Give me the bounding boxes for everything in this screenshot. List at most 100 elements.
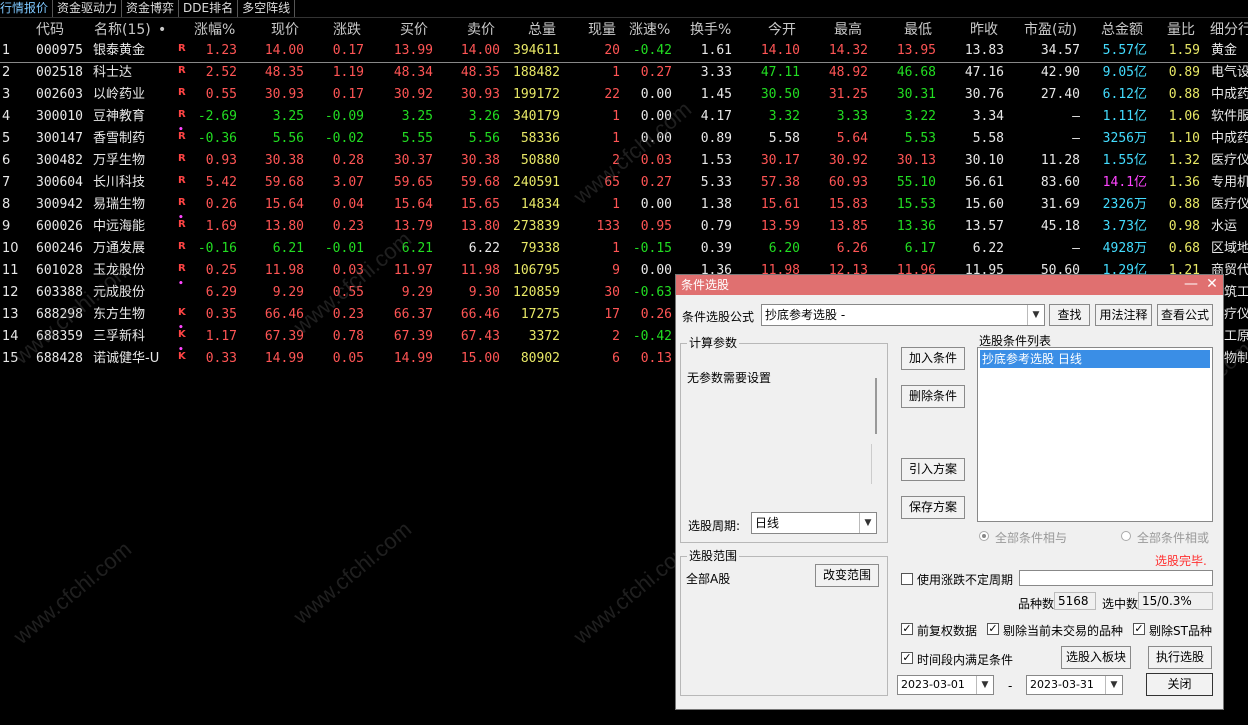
header-amount[interactable]: 总金额 xyxy=(1101,20,1143,40)
stock-mark-icon: K • xyxy=(178,345,186,362)
close-icon[interactable]: ✕ xyxy=(1202,275,1222,295)
table-row[interactable]: 1 000975 银泰黄金 1.23 14.00 0.17 13.99 14.00 394611… xyxy=(0,40,1248,63)
amount-unit: 万 xyxy=(1133,197,1147,212)
exclude-st-checkbox[interactable]: ✓ xyxy=(1133,623,1145,635)
header-code[interactable]: 代码 xyxy=(36,20,64,40)
table-row[interactable]: 2 002518 科士达 2.52 48.35 1.19 48.34 48.35 188482 1… xyxy=(0,62,1248,84)
ask-price: 14.00 xyxy=(460,43,500,58)
time-range-checkbox[interactable]: ✓ xyxy=(901,652,913,664)
open-price: 3.32 xyxy=(768,109,800,124)
amount-unit: 亿 xyxy=(1133,219,1147,234)
row-index: 6 xyxy=(2,153,11,168)
chevron-down-icon[interactable]: ▼ xyxy=(1027,305,1044,325)
chevron-down-icon[interactable]: ▼ xyxy=(976,676,993,694)
header-volume[interactable]: 总量 xyxy=(528,20,556,40)
low-price: 30.31 xyxy=(896,87,936,102)
low-price: 30.13 xyxy=(896,153,936,168)
radio-all-or[interactable] xyxy=(1121,531,1131,541)
chevron-down-icon[interactable]: ▼ xyxy=(1105,676,1122,694)
header-change-pct[interactable]: 涨幅% xyxy=(194,20,235,40)
header-bid[interactable]: 买价 xyxy=(400,20,428,40)
industry: 软件服 xyxy=(1211,109,1248,124)
view-formula-button[interactable]: 查看公式 xyxy=(1157,304,1213,326)
condition-list-item[interactable]: 抄底参考选股 日线 xyxy=(980,350,1210,368)
price: 11.98 xyxy=(264,263,304,278)
change-range-button[interactable]: 改变范围 xyxy=(815,564,879,587)
exclude-untraded-checkbox[interactable]: ✓ xyxy=(987,623,999,635)
adjust-checkbox[interactable]: ✓ xyxy=(901,623,913,635)
header-low[interactable]: 最低 xyxy=(904,20,932,40)
condition-list[interactable]: 抄底参考选股 日线 xyxy=(977,347,1213,522)
header-high[interactable]: 最高 xyxy=(834,20,862,40)
price: 6.21 xyxy=(272,241,304,256)
header-speed[interactable]: 涨速% xyxy=(629,20,670,40)
header-price[interactable]: 现价 xyxy=(271,20,299,40)
change-pct: 1.17 xyxy=(205,329,237,344)
high-price: 13.85 xyxy=(828,219,868,234)
change-pct: -0.36 xyxy=(197,131,237,146)
volume-ratio: 0.68 xyxy=(1168,241,1200,256)
close-button[interactable]: 关闭 xyxy=(1146,673,1213,696)
minimize-icon[interactable]: — xyxy=(1181,275,1201,295)
pe-ratio: 11.28 xyxy=(1040,153,1080,168)
params-scrollbar[interactable] xyxy=(875,378,877,434)
formula-select[interactable]: 抄底参考选股 - ▼ xyxy=(761,304,1045,326)
chevron-down-icon[interactable]: ▼ xyxy=(859,513,876,533)
usage-notes-button[interactable]: 用法注释 xyxy=(1095,304,1152,326)
stock-name: 长川科技 xyxy=(93,175,146,190)
header-pe[interactable]: 市盈(动) xyxy=(1024,20,1077,40)
table-row[interactable]: 10 600246 万通发展 -0.16 6.21 -0.01 6.21 6.22 79338 1… xyxy=(0,238,1248,260)
price: 67.39 xyxy=(264,329,304,344)
header-turnover[interactable]: 换手% xyxy=(690,20,731,40)
industry: 水运 xyxy=(1211,219,1238,234)
add-to-block-button[interactable]: 选股入板块 xyxy=(1061,646,1131,669)
low-price: 6.17 xyxy=(904,241,936,256)
period-select[interactable]: 日线 ▼ xyxy=(751,512,877,534)
header-volume-ratio[interactable]: 量比 xyxy=(1167,20,1195,40)
variable-period-checkbox[interactable] xyxy=(901,573,913,585)
header-change[interactable]: 涨跌 xyxy=(333,20,361,40)
header-prev-close[interactable]: 昨收 xyxy=(970,20,998,40)
header-industry[interactable]: 细分行 xyxy=(1210,20,1248,40)
save-plan-button[interactable]: 保存方案 xyxy=(901,496,965,519)
row-index: 8 xyxy=(2,197,11,212)
change: 0.04 xyxy=(332,197,364,212)
radio-all-and[interactable] xyxy=(979,531,989,541)
high-price: 48.92 xyxy=(828,65,868,80)
add-condition-button[interactable]: 加入条件 xyxy=(901,347,965,370)
execute-select-button[interactable]: 执行选股 xyxy=(1148,646,1212,669)
dialog-title-bar[interactable]: 条件选股 — ✕ xyxy=(676,275,1223,295)
top-tabs: 行情报价 资金驱动力 资金博弈 DDE排名 多空阵线 xyxy=(0,0,296,17)
tab-quote[interactable]: 行情报价 xyxy=(0,0,54,17)
volume: 273839 xyxy=(513,219,560,234)
find-button[interactable]: 查找 xyxy=(1049,304,1090,326)
stock-mark-icon: R xyxy=(178,241,186,252)
tab-fund-game[interactable]: 资金博弈 xyxy=(122,0,180,17)
change-pct: 0.35 xyxy=(205,307,237,322)
variable-period-input[interactable] xyxy=(1019,570,1213,586)
tab-long-short[interactable]: 多空阵线 xyxy=(238,0,296,17)
date-to-picker[interactable]: 2023-03-31 ▼ xyxy=(1026,675,1123,695)
tab-fund-drive[interactable]: 资金驱动力 xyxy=(53,0,123,17)
table-row[interactable]: 5 300147 香雪制药 -0.36 5.56 -0.02 5.55 5.56 58336 1 0… xyxy=(0,125,1248,150)
variable-period-label: 使用涨跌不定周期 xyxy=(917,573,1014,587)
volume: 58336 xyxy=(520,131,560,146)
table-row[interactable]: 6 300482 万孚生物 0.93 30.38 0.28 30.37 30.38 50880 2… xyxy=(0,150,1248,172)
date-from-picker[interactable]: 2023-03-01 ▼ xyxy=(897,675,994,695)
header-dot[interactable]: • xyxy=(158,20,166,40)
table-row[interactable]: 4 300010 豆神教育 -2.69 3.25 -0.09 3.25 3.26 340179 1… xyxy=(0,106,1248,128)
current-volume: 22 xyxy=(604,87,620,102)
header-current-volume[interactable]: 现量 xyxy=(588,20,616,40)
table-row[interactable]: 8 300942 易瑞生物 0.26 15.64 0.04 15.64 15.65 14834 1… xyxy=(0,194,1248,216)
header-name[interactable]: 名称(15) xyxy=(94,20,151,40)
amount: 14.1亿 xyxy=(1080,172,1147,194)
table-row[interactable]: 7 300604 长川科技 5.42 59.68 3.07 59.65 59.68 240591… xyxy=(0,172,1248,194)
tab-dde-rank[interactable]: DDE排名 xyxy=(179,0,239,17)
table-row[interactable]: 3 002603 以岭药业 0.55 30.93 0.17 30.92 30.93 199172… xyxy=(0,84,1248,106)
header-ask[interactable]: 卖价 xyxy=(467,20,495,40)
import-plan-button[interactable]: 引入方案 xyxy=(901,458,965,481)
delete-condition-button[interactable]: 删除条件 xyxy=(901,385,965,408)
table-row[interactable]: 9 600026 中远海能 1.69 13.80 0.23 13.79 13.80 273839… xyxy=(0,213,1248,238)
time-range-label: 时间段内满足条件 xyxy=(917,653,1014,667)
header-open[interactable]: 今开 xyxy=(768,20,796,40)
